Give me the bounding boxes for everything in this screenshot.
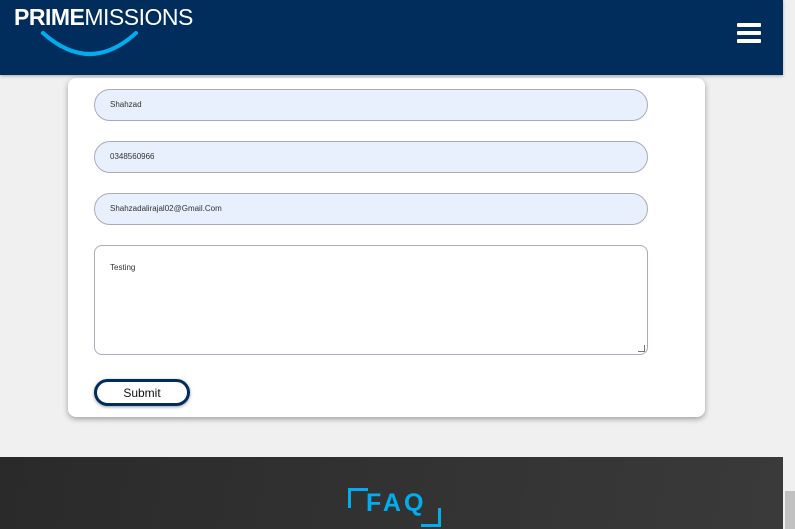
scrollbar[interactable] [783,0,795,529]
phone-input[interactable]: 0348560966 [94,141,648,173]
name-input[interactable]: Shahzad [94,89,648,121]
logo-bold-text: PRIME [14,4,85,30]
resize-handle-icon[interactable] [638,345,645,352]
logo-light-text: MISSIONS [84,4,193,30]
contact-form: Shahzad 0348560966 Shahzadalirajal02@Gma… [68,78,705,417]
faq-title: FAQ [366,489,427,517]
bracket-left-icon [348,488,368,508]
bracket-right-icon [421,508,441,527]
message-textarea[interactable]: Testing [94,245,648,355]
site-header: PRIMEMISSIONS [0,0,783,75]
faq-section: FAQ [0,457,783,529]
email-input[interactable]: Shahzadalirajal02@Gmail.Com [94,193,648,225]
hamburger-menu-icon[interactable] [737,23,761,43]
logo-smile-icon [41,31,138,56]
scrollbar-thumb[interactable] [785,491,795,529]
submit-button[interactable]: Submit [94,379,190,406]
logo[interactable]: PRIMEMISSIONS [14,4,193,31]
message-text: Testing [110,263,136,272]
